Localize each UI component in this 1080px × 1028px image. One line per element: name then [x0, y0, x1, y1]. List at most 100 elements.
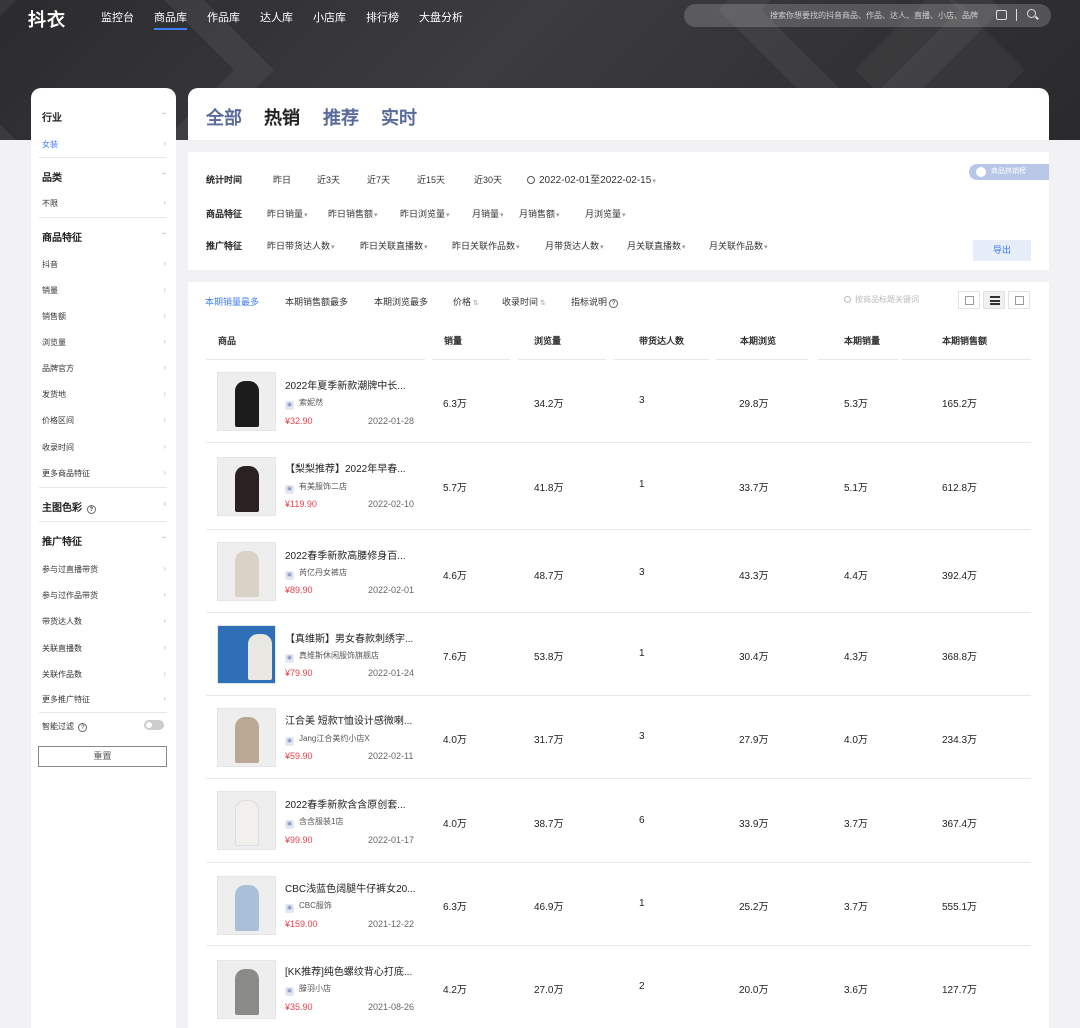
nav-item-market-analysis[interactable]: 大盘分析 — [419, 9, 463, 25]
filter-yesterday-related-works[interactable]: 昨日关联作品数▾ — [452, 239, 520, 252]
filter-monthly-revenue[interactable]: 月销售额▾ — [519, 207, 560, 220]
help-icon[interactable]: ? — [86, 505, 96, 514]
search-icon[interactable] — [1027, 9, 1036, 18]
table-row[interactable]: 2022春季新款含含原创套... ▣ 含含服装1店 ¥99.90 2022-01-… — [206, 779, 1031, 863]
nav-item-works[interactable]: 作品库 — [207, 9, 240, 25]
sidebar-section-product-features[interactable]: 商品特征 › — [42, 229, 169, 244]
product-thumbnail[interactable] — [217, 960, 276, 1019]
sidebar-item-more-promotion-features[interactable]: 更多推广特征 › — [42, 694, 166, 705]
time-option-15days[interactable]: 近15天 — [417, 173, 445, 186]
filter-monthly-related-works[interactable]: 月关联作品数▾ — [709, 239, 768, 252]
product-title[interactable]: [KK推荐]纯色螺纹背心打底... — [285, 963, 412, 978]
filter-yesterday-sales[interactable]: 昨日销量▾ — [267, 207, 308, 220]
sidebar-item-any[interactable]: 不限 › — [42, 198, 166, 209]
product-thumbnail[interactable] — [217, 457, 276, 516]
sidebar-item-womens-wear[interactable]: 女装 › — [42, 139, 166, 150]
product-title[interactable]: 2022春季新款高腰修身百... — [285, 547, 406, 562]
sort-most-views[interactable]: 本期浏览最多 — [374, 295, 428, 308]
column-header-period-sales[interactable]: 本期销量 — [844, 334, 880, 347]
metric-explanation-link[interactable]: 指标说明? — [571, 295, 619, 308]
sidebar-item-indexed-time[interactable]: 收录时间 › — [42, 442, 166, 453]
sidebar-item-video-selling[interactable]: 参与过作品带货 › — [42, 590, 166, 601]
filter-yesterday-influencers[interactable]: 昨日带货达人数▾ — [267, 239, 335, 252]
export-button[interactable]: 导出 — [973, 240, 1031, 261]
shop-name[interactable]: ▣ 有美服饰二店 — [285, 481, 347, 494]
sidebar-item-related-works[interactable]: 关联作品数 › — [42, 669, 166, 680]
sort-most-revenue[interactable]: 本期销售额最多 — [285, 295, 348, 308]
column-header-influencers[interactable]: 带货达人数 — [639, 334, 684, 347]
product-thumbnail[interactable] — [217, 372, 276, 431]
view-grid-large-button[interactable] — [958, 291, 980, 309]
shop-name[interactable]: ▣ 含含服装1店 — [285, 816, 343, 829]
view-grid-small-button[interactable] — [1008, 291, 1030, 309]
product-thumbnail[interactable] — [217, 876, 276, 935]
smart-filter-toggle[interactable] — [144, 720, 164, 730]
nav-item-stores[interactable]: 小店库 — [313, 9, 346, 25]
product-title[interactable]: 2022年夏季新款潮牌中长... — [285, 377, 406, 392]
reset-button[interactable]: 重置 — [38, 746, 167, 767]
sidebar-item-price-range[interactable]: 价格区间 › — [42, 415, 166, 426]
sidebar-section-main-color[interactable]: 主图色彩 ? › — [42, 499, 166, 514]
help-icon[interactable]: ? — [78, 723, 88, 732]
shop-name[interactable]: ▣ 真维斯休闲服饰旗舰店 — [285, 650, 379, 663]
shop-name[interactable]: ▣ Jang江合美约小店X — [285, 733, 370, 746]
product-thumbnail[interactable] — [217, 791, 276, 850]
sidebar-item-ship-from[interactable]: 发货地 › — [42, 389, 166, 400]
table-row[interactable]: 2022春季新款高腰修身百... ▣ 芮亿丹女裤店 ¥89.90 2022-02-… — [206, 530, 1031, 613]
nav-item-monitor[interactable]: 监控台 — [101, 9, 134, 25]
sidebar-section-industry[interactable]: 行业 › — [42, 109, 169, 124]
filter-yesterday-related-lives[interactable]: 昨日关联直播数▾ — [360, 239, 428, 252]
product-title[interactable]: CBC浅蓝色阔腿牛仔裤女20... — [285, 880, 416, 895]
filter-monthly-related-lives[interactable]: 月关联直播数▾ — [627, 239, 686, 252]
table-row[interactable]: 江合美 短款T恤设计感微喇... ▣ Jang江合美约小店X ¥59.90 202… — [206, 696, 1031, 779]
filter-monthly-influencers[interactable]: 月带货达人数▾ — [545, 239, 604, 252]
filter-monthly-sales[interactable]: 月销量▾ — [472, 207, 504, 220]
sidebar-section-category[interactable]: 品类 › — [42, 169, 169, 184]
sidebar-item-revenue[interactable]: 销售额 › — [42, 311, 166, 322]
time-option-7days[interactable]: 近7天 — [367, 173, 390, 186]
sidebar-item-live-selling[interactable]: 参与过直播带货 › — [42, 564, 166, 575]
sort-price[interactable]: 价格 ⇅ — [453, 295, 479, 308]
app-logo[interactable]: 抖衣 — [28, 6, 66, 32]
tab-realtime[interactable]: 实时 — [381, 104, 417, 130]
filter-yesterday-views[interactable]: 昨日浏览量▾ — [400, 207, 450, 220]
sort-indexed-time[interactable]: 收录时间 ⇅ — [502, 295, 546, 308]
nav-item-products[interactable]: 商品库 — [154, 9, 187, 30]
shop-name[interactable]: ▣ CBC服饰 — [285, 900, 332, 913]
time-option-30days[interactable]: 近30天 — [474, 173, 502, 186]
column-header-views[interactable]: 浏览量 — [534, 334, 561, 347]
sidebar-item-brand-official[interactable]: 品牌官方 › — [42, 363, 166, 374]
sidebar-section-promotion-features[interactable]: 推广特征 › — [42, 533, 169, 548]
sidebar-item-related-lives[interactable]: 关联直播数 › — [42, 643, 166, 654]
scan-icon[interactable] — [996, 10, 1007, 20]
product-title[interactable]: 【梨梨推荐】2022年早春... — [285, 460, 406, 475]
hot-products-badge[interactable]: 商品热销榜 — [969, 164, 1049, 180]
tab-all[interactable]: 全部 — [206, 104, 242, 130]
sidebar-item-douyin[interactable]: 抖音 › — [42, 259, 166, 270]
filter-yesterday-revenue[interactable]: 昨日销售额▾ — [328, 207, 378, 220]
shop-name[interactable]: ▣ 滕羽小店 — [285, 983, 331, 996]
sort-most-sales[interactable]: 本期销量最多 — [205, 295, 259, 308]
product-title[interactable]: 2022春季新款含含原创套... — [285, 796, 406, 811]
product-thumbnail[interactable] — [217, 708, 276, 767]
filter-monthly-views[interactable]: 月浏览量▾ — [585, 207, 626, 220]
sidebar-item-sales[interactable]: 销量 › — [42, 285, 166, 296]
table-row[interactable]: [KK推荐]纯色螺纹背心打底... ▣ 滕羽小店 ¥35.90 2021-08-2… — [206, 946, 1031, 1028]
shop-name[interactable]: ▣ 芮亿丹女裤店 — [285, 567, 347, 580]
date-range-picker[interactable]: 2022-02-01至2022-02-15▾ — [527, 171, 656, 186]
global-search-input[interactable] — [698, 8, 978, 23]
column-header-sales[interactable]: 销量 — [444, 334, 462, 347]
product-thumbnail[interactable] — [217, 625, 276, 684]
tab-recommended[interactable]: 推荐 — [323, 104, 359, 130]
view-list-button[interactable] — [983, 291, 1005, 309]
time-option-yesterday[interactable]: 昨日 — [273, 173, 291, 186]
time-option-3days[interactable]: 近3天 — [317, 173, 340, 186]
sidebar-item-more-product-features[interactable]: 更多商品特征 › — [42, 468, 166, 479]
shop-name[interactable]: ▣ 索妮然 — [285, 397, 323, 410]
sidebar-item-influencer-count[interactable]: 带货达人数 › — [42, 616, 166, 627]
table-row[interactable]: 【真维斯】男女春款刺绣字... ▣ 真维斯休闲服饰旗舰店 ¥79.90 2022-… — [206, 613, 1031, 696]
product-thumbnail[interactable] — [217, 542, 276, 601]
column-header-period-revenue[interactable]: 本期销售额 — [942, 334, 987, 347]
table-row[interactable]: 【梨梨推荐】2022年早春... ▣ 有美服饰二店 ¥119.90 2022-02… — [206, 443, 1031, 530]
tab-hot[interactable]: 热销 — [264, 104, 300, 130]
